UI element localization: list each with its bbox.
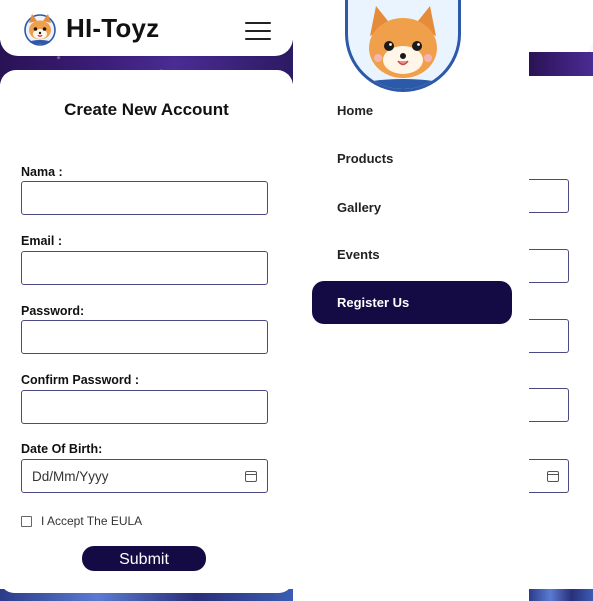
- eula-row[interactable]: I Accept The EULA: [21, 514, 142, 528]
- side-drawer: Home Products Gallery Events Register Us: [302, 0, 529, 601]
- brand[interactable]: HI-Toyz: [22, 10, 159, 46]
- password-input[interactable]: [21, 320, 268, 354]
- top-header: HI-Toyz: [0, 0, 293, 56]
- background-galaxy: [529, 52, 593, 76]
- nav-item-products[interactable]: Products: [337, 151, 393, 166]
- dob-placeholder: Dd/Mm/Yyyy: [32, 468, 109, 484]
- nav-item-gallery[interactable]: Gallery: [337, 200, 381, 215]
- confirm-password-label: Confirm Password :: [21, 373, 140, 387]
- shiba-dog-icon: [24, 14, 56, 46]
- name-label: Nama :: [21, 165, 63, 179]
- drawer-avatar: [345, 0, 461, 92]
- form-title: Create New Account: [64, 100, 229, 119]
- password-label: Password:: [21, 304, 85, 318]
- background-input-fragment: [529, 388, 569, 422]
- dob-label: Date Of Birth:: [21, 442, 103, 456]
- nav-item-home[interactable]: Home: [337, 103, 373, 118]
- brand-title: HI-Toyz: [66, 12, 160, 43]
- submit-button[interactable]: Submit: [82, 546, 206, 571]
- menu-drawer-screen: : Home Products: [302, 0, 593, 601]
- background-header: [529, 0, 593, 56]
- background-input-fragment: [529, 179, 569, 213]
- background-input-fragment: [529, 249, 569, 283]
- eula-label: I Accept The EULA: [41, 514, 143, 528]
- nav-item-register[interactable]: Register Us: [312, 281, 512, 324]
- background-input-fragment: [529, 459, 569, 493]
- email-input[interactable]: [21, 251, 268, 285]
- background-input-fragment: [529, 319, 569, 353]
- hamburger-icon[interactable]: [245, 22, 271, 40]
- confirm-password-input[interactable]: [21, 390, 268, 424]
- nav-item-events[interactable]: Events: [337, 247, 380, 262]
- register-form: Create New Account Nama : Email : Passwo…: [0, 70, 293, 593]
- dob-input[interactable]: Dd/Mm/Yyyy: [21, 459, 268, 493]
- email-label: Email :: [21, 234, 62, 248]
- register-screen: HI-Toyz Create New Account Nama : Email …: [0, 0, 293, 601]
- footer-band: [529, 589, 593, 601]
- calendar-icon[interactable]: [245, 470, 257, 482]
- shiba-dog-icon: [363, 6, 443, 89]
- nav-item-register-label: Register Us: [337, 295, 410, 310]
- eula-checkbox[interactable]: [21, 515, 32, 527]
- calendar-icon: [547, 471, 559, 482]
- name-input[interactable]: [21, 181, 268, 215]
